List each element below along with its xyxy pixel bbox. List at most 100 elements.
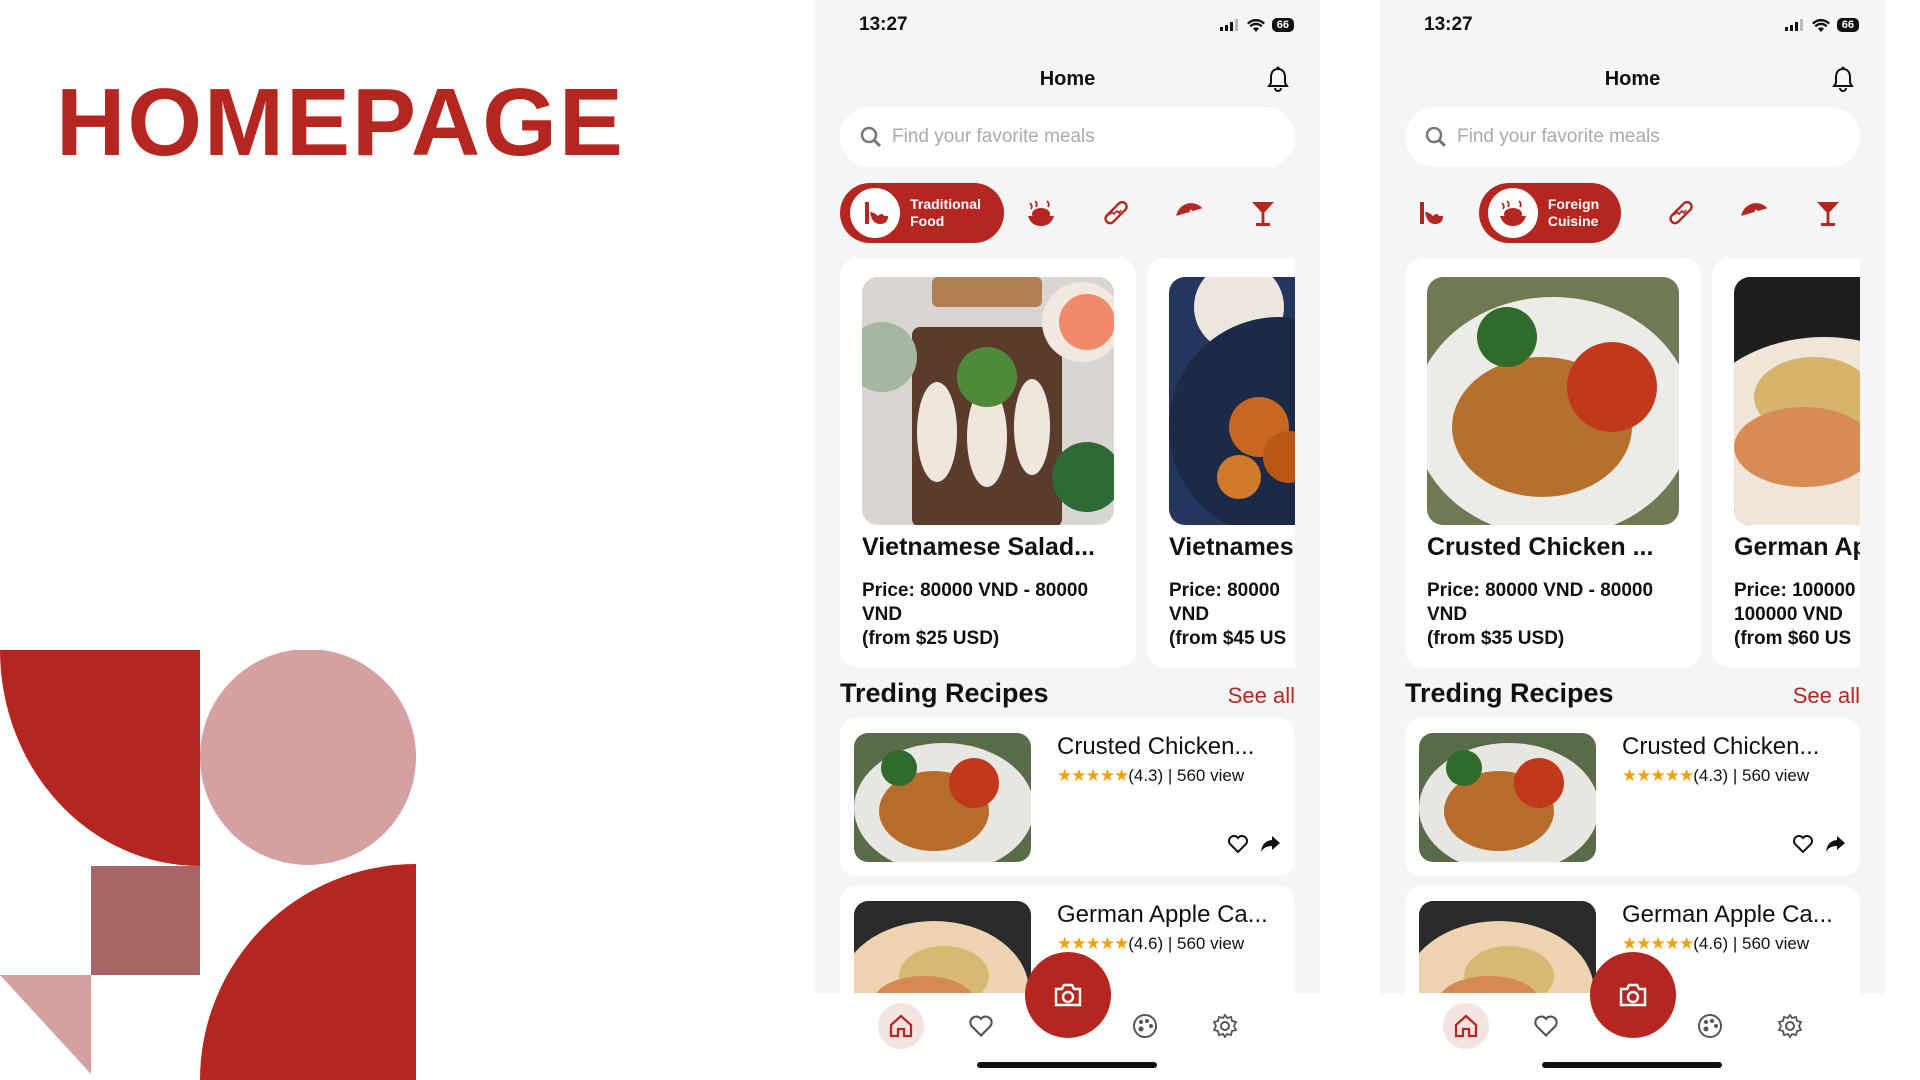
card-title: Vietnamese Salad... [862,533,1095,561]
section-title: Treding Recipes [1405,678,1614,708]
hotdog-icon [1104,200,1128,225]
category-label: Traditional Food [910,196,981,229]
category-cocktail[interactable] [1803,183,1853,243]
roast-chicken-icon [1028,200,1054,226]
food-image [1427,277,1679,525]
star-rating-icon: ★★★★★ [1057,934,1129,953]
category-bar: Traditional Food [840,183,1300,243]
card-title: Vietnames [1169,533,1294,561]
camera-button[interactable] [1025,952,1111,1038]
camera-icon [1619,983,1647,1007]
status-bar: 13:27 66 [815,14,1320,40]
cocktail-icon [1252,202,1274,226]
bell-icon[interactable] [1266,66,1290,92]
category-cocktail[interactable] [1238,183,1288,243]
status-time: 13:27 [1424,14,1473,35]
recipe-name: German Apple Ca... [1622,901,1833,928]
home-indicator [977,1062,1157,1068]
category-watermelon[interactable] [1164,183,1214,243]
decorative-shapes [0,650,416,1080]
status-bar: 13:27 66 [1380,14,1885,40]
settings-icon [1777,1013,1803,1039]
hotdog-icon [1669,200,1693,225]
signal-icon [1784,19,1803,31]
recipe-thumbnail [854,733,1031,862]
card-title: Crusted Chicken ... [1427,533,1654,561]
category-bar: Foreign Cuisine [1405,183,1865,243]
category-hotdog[interactable] [1090,183,1140,243]
phone-screen-2: 13:27 66 Home ForeignCuisine [1380,0,1885,1080]
home-icon [889,1014,913,1038]
search-icon [860,126,882,148]
recipe-name: German Apple Ca... [1057,901,1268,928]
search-input[interactable] [1455,125,1839,149]
see-all-link[interactable]: See all [1793,683,1860,709]
tab-favorites[interactable] [1523,1003,1569,1049]
food-card[interactable]: Vietnamese Salad... Price: 80000 VND - 8… [840,258,1136,668]
food-image [1169,277,1295,525]
tab-home[interactable] [1443,1003,1489,1049]
bell-icon[interactable] [1831,66,1855,92]
tab-palette[interactable] [1122,1003,1168,1049]
food-image [1734,277,1860,525]
tab-favorites[interactable] [958,1003,1004,1049]
heart-icon[interactable] [1792,834,1814,854]
heart-icon[interactable] [1227,834,1249,854]
recipe-thumbnail [1419,733,1596,862]
heart-icon [969,1015,993,1037]
battery-icon: 66 [1836,18,1859,32]
cocktail-icon [1817,202,1839,226]
search-icon [1425,126,1447,148]
share-icon[interactable] [1259,834,1281,854]
recipe-rating: ★★★★★ (4.6) | 560 view [1622,934,1810,953]
signal-icon [1219,19,1238,31]
category-hotdog[interactable] [1655,183,1705,243]
recipe-name: Crusted Chicken... [1057,733,1255,760]
trending-item[interactable]: Crusted Chicken... ★★★★★ (4.3) | 560 vie… [840,718,1295,876]
category-traditional-food[interactable] [1405,183,1455,243]
search-bar[interactable] [840,107,1295,167]
star-rating-icon: ★★★★★ [1057,766,1129,785]
camera-button[interactable] [1590,952,1676,1038]
bowl-chopsticks-icon [1420,202,1443,224]
tab-palette[interactable] [1687,1003,1733,1049]
home-indicator [1542,1062,1722,1068]
tab-settings[interactable] [1767,1003,1813,1049]
category-foreign-cuisine[interactable]: Foreign Cuisine [1479,183,1621,243]
palette-icon [1133,1014,1157,1038]
battery-icon: 66 [1271,18,1294,32]
camera-icon [1054,983,1082,1007]
search-input[interactable] [890,125,1274,149]
card-price: Price: 100000 100000 VND (from $60 US [1734,580,1856,649]
watermelon-icon [1741,203,1768,220]
page-title: HOMEPAGE [56,69,625,176]
category-watermelon[interactable] [1729,183,1779,243]
food-card[interactable]: German Ap Price: 100000 100000 VND (from… [1712,258,1860,668]
tab-home[interactable] [878,1003,924,1049]
star-rating-icon: ★★★★★ [1622,766,1694,785]
trending-item[interactable]: Crusted Chicken... ★★★★★ (4.3) | 560 vie… [1405,718,1860,876]
watermelon-icon [1176,203,1203,220]
category-traditional-food[interactable]: Traditional Food [840,183,1004,243]
food-card[interactable]: Crusted Chicken ... Price: 80000 VND - 8… [1405,258,1701,668]
food-card[interactable]: Vietnames Price: 80000 VND (from $45 US [1147,258,1295,668]
heart-icon [1534,1015,1558,1037]
category-foreign-cuisine[interactable] [1016,183,1066,243]
tab-settings[interactable] [1202,1003,1248,1049]
roast-chicken-icon [1499,200,1526,226]
category-label: Foreign Cuisine [1547,196,1600,229]
recipe-rating: ★★★★★ (4.6) | 560 view [1057,934,1245,953]
recipe-rating: ★★★★★ (4.3) | 560 view [1622,766,1810,785]
see-all-link[interactable]: See all [1228,683,1295,709]
card-title: German Ap [1734,533,1860,561]
wifi-icon [1811,18,1830,32]
featured-cards: Vietnamese Salad... Price: 80000 VND - 8… [840,258,1295,668]
share-icon[interactable] [1824,834,1846,854]
recipe-rating: ★★★★★ (4.3) | 560 view [1057,766,1245,785]
phone-screen-1: 13:27 66 Home TraditionalFood [815,0,1320,1080]
wifi-icon [1246,18,1265,32]
header-title: Home [1039,68,1096,90]
palette-icon [1698,1014,1722,1038]
search-bar[interactable] [1405,107,1860,167]
bowl-chopsticks-icon [865,202,889,224]
